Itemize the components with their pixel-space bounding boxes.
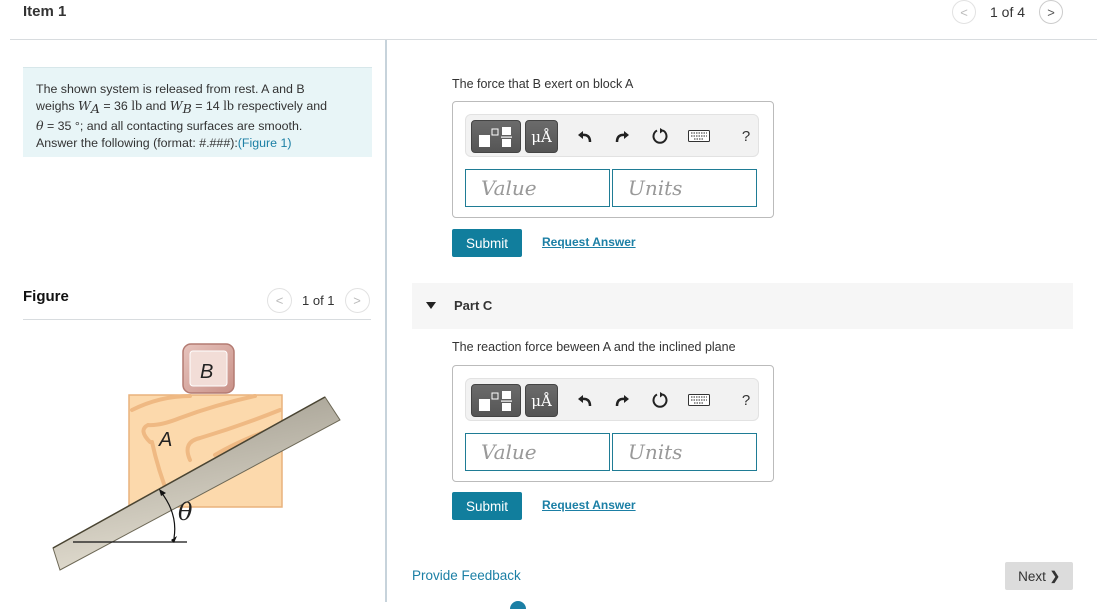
part-c-label: Part C (454, 298, 493, 313)
undo-button[interactable] (574, 389, 596, 411)
problem-statement: The shown system is released from rest. … (23, 67, 372, 157)
wb-subscript: B (182, 100, 192, 116)
next-figure-button[interactable]: > (344, 288, 370, 313)
keyboard-icon (688, 394, 710, 406)
incline-figure: B A θ (52, 343, 341, 571)
redo-icon (615, 131, 629, 143)
next-button[interactable]: Next ❯ (1005, 562, 1073, 590)
math-toolbar: μÅ ? (465, 378, 759, 421)
units-icon: μÅ (531, 391, 552, 410)
intro-text: = 36 (99, 98, 132, 113)
intro-text: Answer the following (format: #.###): (36, 135, 238, 150)
item-pager-text: 1 of 4 (990, 4, 1026, 20)
intro-text: and (142, 98, 170, 113)
item-pager: < 1 of 4 > (952, 0, 1064, 24)
angle-label: θ (178, 498, 193, 526)
figure-divider (23, 319, 371, 320)
part-c-submit-button[interactable]: Submit (452, 492, 522, 520)
help-icon: ? (741, 391, 751, 409)
units-button[interactable]: μÅ (525, 384, 558, 417)
part-b-answer-box: μÅ ? (452, 101, 774, 218)
keyboard-icon (688, 130, 710, 142)
part-b-units-input[interactable] (612, 169, 757, 207)
reset-icon (652, 392, 668, 408)
chevron-right-icon: > (353, 293, 361, 308)
templates-icon (479, 126, 512, 147)
redo-button[interactable] (611, 125, 633, 147)
intro-text: = 35 °; and all contacting surfaces are … (43, 119, 303, 134)
redo-icon (615, 395, 629, 407)
wa-subscript: A (90, 100, 100, 116)
chevron-right-icon: ❯ (1049, 569, 1060, 583)
next-item-button[interactable]: > (1039, 0, 1064, 24)
figure-heading: Figure (23, 288, 69, 305)
undo-icon (578, 395, 592, 407)
units-button[interactable]: μÅ (525, 120, 558, 153)
pane-divider[interactable] (385, 40, 387, 602)
redo-button[interactable] (611, 389, 633, 411)
reset-button[interactable] (649, 125, 671, 147)
undo-button[interactable] (574, 125, 596, 147)
figure-pager-text: 1 of 1 (302, 293, 335, 308)
help-button[interactable]: ? (738, 389, 754, 411)
figure-pager: < 1 of 1 > (267, 288, 370, 313)
chevron-right-icon: > (1047, 4, 1055, 20)
part-c-value-input[interactable] (465, 433, 610, 471)
reset-button[interactable] (649, 389, 671, 411)
wa-symbol: W (78, 97, 91, 113)
part-b-request-answer-link[interactable]: Request Answer (542, 235, 636, 249)
units-icon: μÅ (531, 127, 552, 146)
intro-text: = 14 (191, 98, 224, 113)
next-label: Next (1018, 568, 1046, 584)
block-b-label: B (200, 361, 213, 383)
prev-item-button[interactable]: < (952, 0, 976, 24)
math-toolbar: μÅ ? (465, 114, 759, 157)
part-c-header[interactable]: Part C (412, 283, 1073, 329)
theta-symbol: θ (36, 118, 44, 134)
keyboard-button[interactable] (686, 125, 712, 147)
templates-button[interactable] (471, 384, 521, 417)
help-icon: ? (741, 127, 751, 145)
part-c-request-answer-link[interactable]: Request Answer (542, 498, 636, 512)
intro-line-1: The shown system is released from rest. … (36, 82, 305, 96)
reset-icon (652, 128, 668, 144)
wb-symbol: W (169, 97, 183, 113)
templates-button[interactable] (471, 120, 521, 153)
header-divider (10, 39, 1097, 40)
chevron-left-icon: < (960, 4, 968, 20)
part-c-answer-box: μÅ ? (452, 365, 774, 482)
intro-text: respectively and (234, 98, 327, 113)
undo-icon (578, 131, 592, 143)
unit-lb: lb (223, 98, 235, 114)
item-title: Item 1 (23, 3, 67, 20)
templates-icon (479, 390, 512, 411)
intro-text: weighs (36, 98, 79, 113)
part-b-value-input[interactable] (465, 169, 610, 207)
part-b-submit-button[interactable]: Submit (452, 229, 522, 257)
help-button[interactable]: ? (738, 125, 754, 147)
keyboard-button[interactable] (686, 389, 712, 411)
prev-figure-button[interactable]: < (267, 288, 292, 313)
chevron-left-icon: < (275, 293, 284, 308)
block-a-label: A (158, 429, 172, 451)
collapse-triangle-icon (426, 302, 436, 309)
figure-link[interactable]: (Figure 1) (238, 136, 292, 150)
part-b-question: The force that B exert on block A (452, 77, 634, 91)
provide-feedback-link[interactable]: Provide Feedback (412, 568, 521, 583)
part-c-units-input[interactable] (612, 433, 757, 471)
part-c-question: The reaction force beween A and the incl… (452, 340, 736, 354)
help-bubble-icon[interactable] (510, 601, 526, 609)
unit-lb: lb (131, 98, 143, 114)
